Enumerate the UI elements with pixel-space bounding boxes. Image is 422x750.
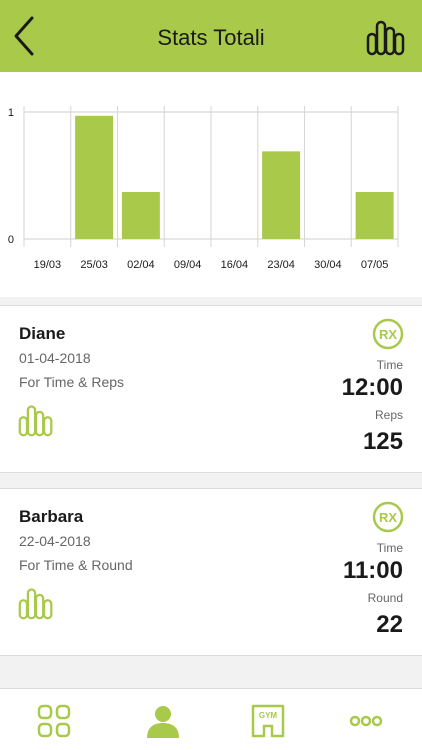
grid-icon xyxy=(37,704,71,738)
workout-card[interactable]: Diane 01-04-2018 For Time & Reps RX Time… xyxy=(0,305,422,473)
bottom-tab-bar: GYM xyxy=(0,688,422,750)
chart-bar xyxy=(262,151,301,239)
chart-bar xyxy=(355,192,394,239)
chart-bar xyxy=(75,115,114,239)
tab-grid[interactable] xyxy=(36,703,72,739)
x-tick-label: 02/04 xyxy=(127,259,155,271)
rx-badge-text: RX xyxy=(379,510,397,525)
x-tick-label: 16/04 xyxy=(221,259,249,271)
rx-badge-icon: RX xyxy=(372,501,404,533)
stat-time-label: Time xyxy=(376,358,403,372)
bar-chart: 0 1 19/03 25/03 02/04 09/04 16/04 23/04 30/04 07/… xyxy=(8,106,399,271)
workout-card[interactable]: Barbara 22-04-2018 For Time & Round RX T… xyxy=(0,488,422,656)
workout-date: 01-04-2018 xyxy=(19,350,91,366)
top-bar: Stats Totali xyxy=(0,0,422,72)
workout-type: For Time & Reps xyxy=(19,374,125,390)
x-tick-label: 09/04 xyxy=(174,259,202,271)
workout-type: For Time & Round xyxy=(19,557,133,573)
stat-time-value: 12:00 xyxy=(341,374,403,401)
workout-date: 22-04-2018 xyxy=(19,533,91,549)
tab-gym[interactable]: GYM xyxy=(250,703,286,739)
workout-name: Barbara xyxy=(19,507,84,526)
stat-time-label: Time xyxy=(376,541,403,555)
stat-reps-label: Reps xyxy=(374,408,403,422)
app-logo-button[interactable] xyxy=(366,18,406,56)
stat-round-value: 22 xyxy=(376,611,403,638)
tab-profile[interactable] xyxy=(145,703,181,739)
rx-badge-text: RX xyxy=(379,327,397,342)
gym-icon-text: GYM xyxy=(259,711,278,720)
workout-logo-icon xyxy=(18,588,53,620)
stat-time-value: 11:00 xyxy=(342,557,403,584)
page-title: Stats Totali xyxy=(157,25,265,50)
workout-name: Diane xyxy=(19,324,66,343)
stat-reps-value: 125 xyxy=(362,428,403,455)
rx-badge-icon: RX xyxy=(372,318,404,350)
profile-icon xyxy=(147,706,179,738)
x-tick-label: 23/04 xyxy=(267,259,295,271)
app-logo-icon xyxy=(366,20,405,56)
chart-bar xyxy=(121,192,160,239)
x-tick-label: 19/03 xyxy=(34,259,62,271)
y-tick-label: 1 xyxy=(8,107,14,119)
y-tick-label: 0 xyxy=(8,234,14,246)
x-tick-label: 07/05 xyxy=(361,259,389,271)
workout-logo-icon xyxy=(18,405,53,437)
x-tick-label: 25/03 xyxy=(80,259,108,271)
tab-more[interactable] xyxy=(348,703,384,739)
more-icon xyxy=(349,715,383,727)
stats-chart: 0 1 19/03 25/03 02/04 09/04 16/04 23/04 30/04 07/… xyxy=(0,72,422,297)
x-tick-label: 30/04 xyxy=(314,259,342,271)
gym-icon: GYM xyxy=(251,704,285,738)
stat-round-label: Round xyxy=(367,591,403,605)
